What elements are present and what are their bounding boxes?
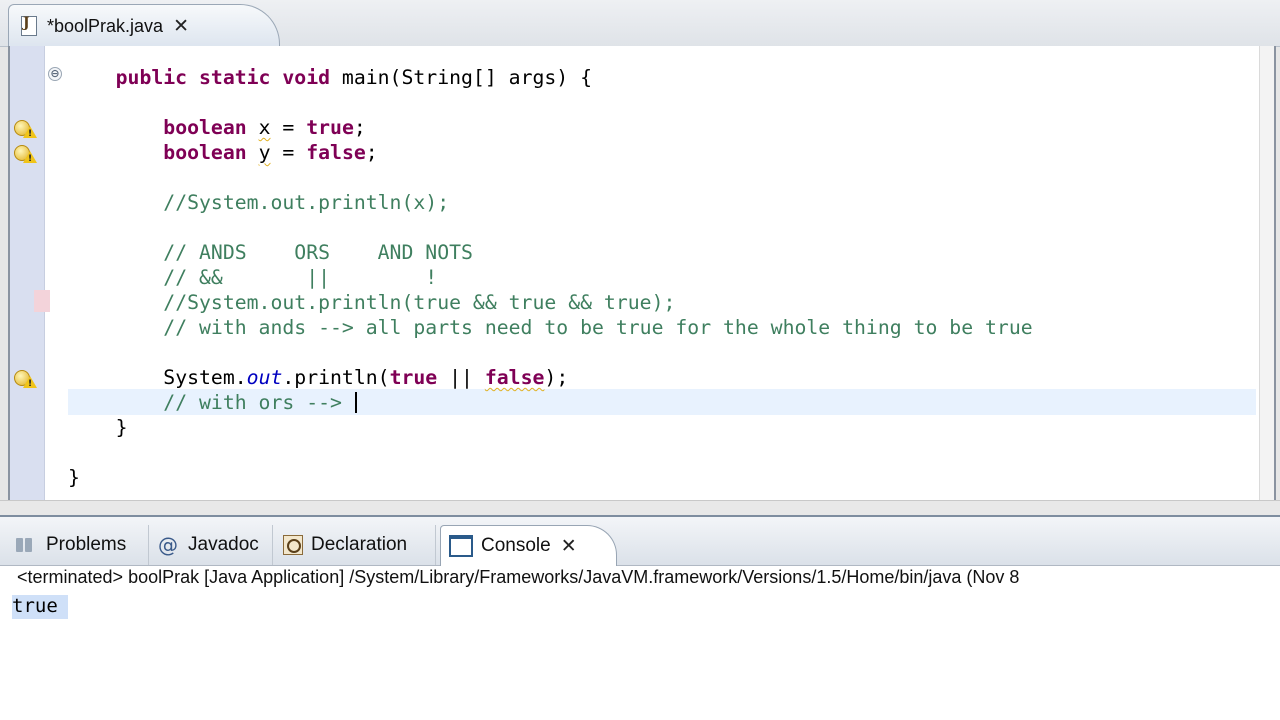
change-marker <box>34 290 50 312</box>
at-icon: @ <box>158 533 178 557</box>
code-line-closing-brace: } <box>68 466 80 489</box>
text-caret <box>354 392 357 413</box>
fold-collapse-icon[interactable]: ⊖ <box>48 67 62 81</box>
code-area[interactable]: ⊖ ! ! ! public static void main(String[]… <box>8 46 1276 502</box>
editor-tab-bar: J *boolPrak.java ✕ <box>0 0 1280 47</box>
declaration-icon <box>283 535 303 555</box>
close-console-icon[interactable]: ✕ <box>561 536 577 556</box>
warning-lightbulb-icon[interactable]: ! <box>14 120 40 140</box>
code-line-boolean-y: boolean y = false; <box>163 141 378 164</box>
console-icon <box>449 535 473 557</box>
close-tab-icon[interactable]: ✕ <box>173 16 189 36</box>
code-line-main-signature: public static void main(String[] args) { <box>115 66 593 89</box>
code-line-current: // with ors --> <box>68 390 357 415</box>
tab-declaration[interactable]: Declaration <box>275 525 436 565</box>
code-line-closing-brace: } <box>115 416 128 439</box>
console-status-line: <terminated> boolPrak [Java Application]… <box>17 567 1020 587</box>
code-line-comment: // && || ! <box>163 266 438 289</box>
code-line-println: System.out.println(true || false); <box>163 366 569 389</box>
tab-console[interactable]: Console ✕ <box>440 525 617 566</box>
code-line-boolean-x: boolean x = true; <box>163 116 366 139</box>
tab-label: Declaration <box>311 534 408 555</box>
warning-lightbulb-icon[interactable]: ! <box>14 145 40 165</box>
editor-tab-label: *boolPrak.java <box>47 15 164 36</box>
tab-javadoc[interactable]: @ Javadoc <box>150 525 273 565</box>
horizontal-scrollbar[interactable] <box>0 500 1280 516</box>
view-tab-bar: Problems @ Javadoc Declaration Console ✕ <box>0 515 1280 566</box>
java-file-icon: J <box>17 14 39 38</box>
code-line-comment: //System.out.println(true && true && tru… <box>163 291 676 314</box>
code-line-comment: //System.out.println(x); <box>163 191 450 214</box>
tab-label: Javadoc <box>188 534 259 555</box>
tab-label: Problems <box>46 534 127 555</box>
console-output-text[interactable]: true <box>12 595 68 619</box>
console-view: Problems @ Javadoc Declaration Console ✕… <box>0 515 1280 720</box>
tab-label: Console <box>481 535 551 556</box>
java-editor: J *boolPrak.java ✕ ⊖ ! ! ! public static… <box>0 0 1280 516</box>
code-line-comment: // with ands --> all parts need to be tr… <box>163 316 1033 339</box>
overview-ruler[interactable] <box>1259 46 1274 500</box>
editor-tab-boolprak[interactable]: J *boolPrak.java ✕ <box>8 4 280 47</box>
code-line-comment: // ANDS ORS AND NOTS <box>163 241 473 264</box>
problems-icon <box>16 534 38 556</box>
tab-problems[interactable]: Problems <box>8 525 149 565</box>
annotation-gutter <box>10 46 45 500</box>
warning-lightbulb-icon[interactable]: ! <box>14 370 40 390</box>
